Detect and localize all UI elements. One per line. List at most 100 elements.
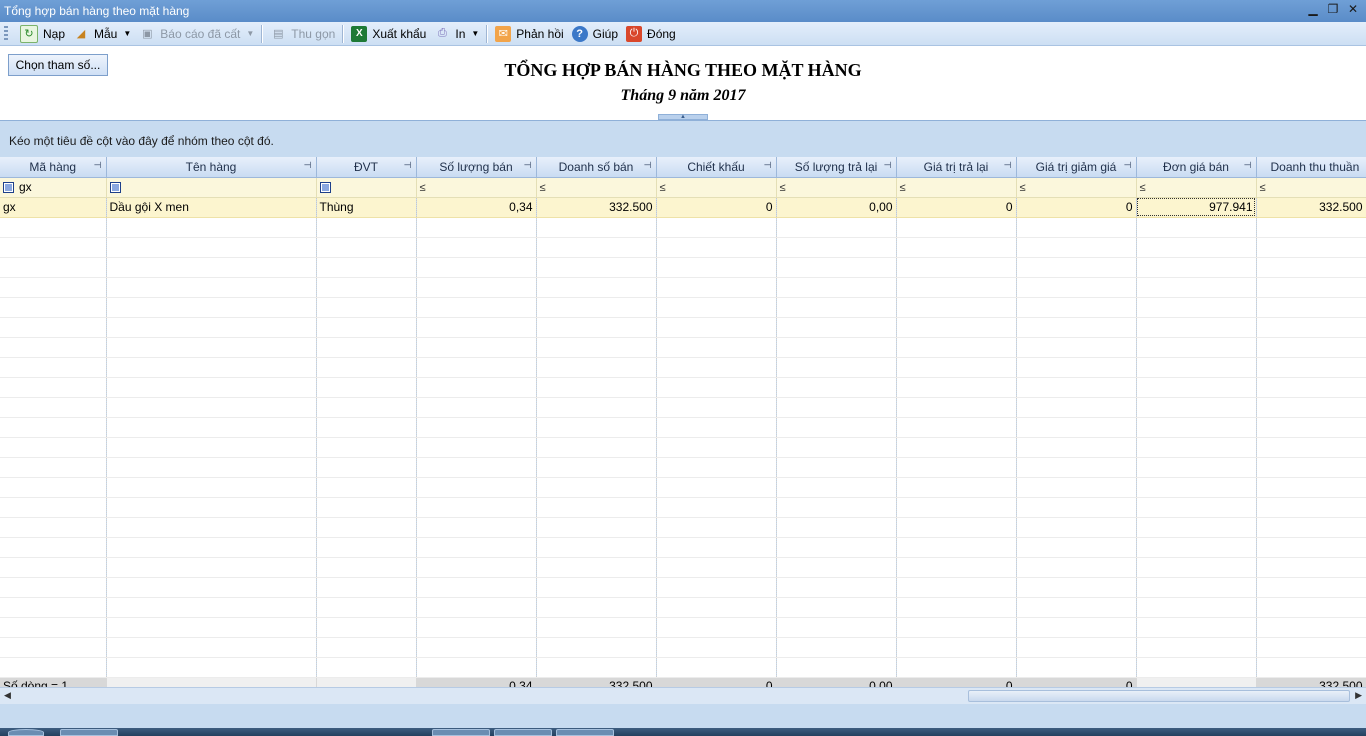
taskbar-app-icon[interactable] bbox=[556, 729, 614, 736]
toolbar-grip[interactable] bbox=[4, 25, 8, 42]
group-by-panel[interactable]: Kéo một tiêu đề cột vào đây để nhóm theo… bbox=[0, 121, 1366, 157]
filter-cell[interactable]: ≤ bbox=[1016, 177, 1137, 198]
pin-icon[interactable]: ⊣ bbox=[524, 160, 532, 171]
empty-cell bbox=[0, 497, 107, 518]
col-header-dvt[interactable]: ĐVT ⊣ bbox=[316, 157, 417, 178]
horizontal-scrollbar[interactable]: ◀ ▶ bbox=[0, 687, 1366, 704]
saved-reports-button[interactable]: ▣ Báo cáo đã cất ▼ bbox=[135, 23, 258, 45]
start-icon[interactable] bbox=[8, 729, 44, 736]
col-header-doanh-thu-thuan[interactable]: Doanh thu thuần bbox=[1256, 157, 1366, 178]
filter-operator-icon[interactable]: ≤ bbox=[1140, 182, 1146, 194]
export-button[interactable]: X Xuất khẩu bbox=[347, 23, 430, 45]
table-row[interactable]: gx Dầu gội X men Thùng 0,34 332.500 0 0,… bbox=[0, 197, 1366, 218]
pin-icon[interactable]: ⊣ bbox=[884, 160, 892, 171]
pin-icon[interactable]: ⊣ bbox=[94, 160, 102, 171]
empty-cell bbox=[536, 237, 657, 258]
scroll-left-icon[interactable]: ◀ bbox=[4, 690, 11, 701]
empty-row bbox=[0, 257, 1366, 278]
filter-operator-icon[interactable]: ≤ bbox=[780, 182, 786, 194]
feedback-button[interactable]: ✉ Phản hồi bbox=[491, 23, 567, 45]
cell-ma-hang[interactable]: gx bbox=[0, 197, 107, 218]
col-header-don-gia-ban[interactable]: Đơn giá bán ⊣ bbox=[1136, 157, 1257, 178]
cell-chiet-khau[interactable]: 0 bbox=[656, 197, 777, 218]
col-header-ma-hang[interactable]: Mã hàng ⊣ bbox=[0, 157, 107, 178]
empty-cell bbox=[1016, 377, 1137, 398]
data-grid: Kéo một tiêu đề cột vào đây để nhóm theo… bbox=[0, 120, 1366, 706]
pin-icon[interactable]: ⊣ bbox=[304, 160, 312, 171]
taskbar-app-icon[interactable] bbox=[60, 729, 118, 736]
empty-cell bbox=[106, 397, 317, 418]
filter-cell[interactable]: ≤ bbox=[1256, 177, 1366, 198]
filter-operator-icon[interactable]: ≤ bbox=[660, 182, 666, 194]
filter-operator-icon[interactable]: ≤ bbox=[900, 182, 906, 194]
scroll-right-icon[interactable]: ▶ bbox=[1355, 690, 1362, 701]
filter-operator-icon[interactable]: ≤ bbox=[1260, 182, 1266, 194]
cell-gia-tri-tra-lai[interactable]: 0 bbox=[896, 197, 1017, 218]
filter-cell[interactable]: ≤ bbox=[416, 177, 537, 198]
pin-icon[interactable]: ⊣ bbox=[404, 160, 412, 171]
template-button[interactable]: ◢ Mẫu ▼ bbox=[69, 23, 135, 45]
pin-icon[interactable]: ⊣ bbox=[1244, 160, 1252, 171]
pin-icon[interactable]: ⊣ bbox=[1124, 160, 1132, 171]
filter-operator-icon[interactable] bbox=[3, 182, 14, 194]
print-button[interactable]: ⎙ In ▼ bbox=[430, 23, 483, 45]
filter-cell[interactable]: ≤ bbox=[656, 177, 777, 198]
collapse-button[interactable]: ▤ Thu gọn bbox=[266, 23, 339, 45]
empty-cell bbox=[1256, 397, 1366, 418]
empty-cell bbox=[896, 517, 1017, 538]
empty-row bbox=[0, 237, 1366, 258]
cell-doanh-so-ban[interactable]: 332.500 bbox=[536, 197, 657, 218]
pin-icon[interactable]: ⊣ bbox=[764, 160, 772, 171]
empty-cell bbox=[536, 417, 657, 438]
empty-cell bbox=[536, 297, 657, 318]
col-header-so-luong-ban[interactable]: Số lượng bán ⊣ bbox=[416, 157, 537, 178]
cell-doanh-thu-thuan[interactable]: 332.500 bbox=[1256, 197, 1366, 218]
filter-operator-icon[interactable]: ≤ bbox=[420, 182, 426, 194]
empty-cell bbox=[1256, 437, 1366, 458]
col-header-gia-tri-giam-gia[interactable]: Giá trị giảm giá ⊣ bbox=[1016, 157, 1137, 178]
cell-gia-tri-giam-gia[interactable]: 0 bbox=[1016, 197, 1137, 218]
minimize-icon[interactable]: ▁ bbox=[1306, 1, 1320, 17]
empty-cell bbox=[1136, 337, 1257, 358]
window-title-bar: Tổng hợp bán hàng theo mặt hàng ▁ ❐ ✕ bbox=[0, 0, 1366, 22]
cell-don-gia-ban[interactable]: 977.941 bbox=[1136, 197, 1257, 218]
cell-so-luong-ban[interactable]: 0,34 bbox=[416, 197, 537, 218]
filter-operator-icon[interactable] bbox=[109, 182, 121, 194]
filter-cell[interactable]: gx bbox=[0, 177, 107, 198]
filter-cell[interactable]: ≤ bbox=[536, 177, 657, 198]
col-header-so-luong-tra-lai[interactable]: Số lượng trả lại ⊣ bbox=[776, 157, 897, 178]
cell-dvt[interactable]: Thùng bbox=[316, 197, 417, 218]
pin-icon[interactable]: ⊣ bbox=[1004, 160, 1012, 171]
filter-operator-icon[interactable]: ≤ bbox=[540, 182, 546, 194]
col-header-chiet-khau[interactable]: Chiết khấu ⊣ bbox=[656, 157, 777, 178]
close-icon[interactable]: ✕ bbox=[1346, 1, 1360, 17]
taskbar-app-icon[interactable] bbox=[432, 729, 490, 736]
empty-cell bbox=[316, 637, 417, 658]
scrollbar-thumb[interactable] bbox=[968, 690, 1350, 702]
cell-so-luong-tra-lai[interactable]: 0,00 bbox=[776, 197, 897, 218]
cell-ten-hang[interactable]: Dầu gội X men bbox=[106, 197, 317, 218]
restore-icon[interactable]: ❐ bbox=[1326, 1, 1340, 17]
filter-cell[interactable]: ≤ bbox=[1136, 177, 1257, 198]
filter-cell[interactable]: ≤ bbox=[896, 177, 1017, 198]
col-header-doanh-so-ban[interactable]: Doanh số bán ⊣ bbox=[536, 157, 657, 178]
filter-operator-icon[interactable]: ≤ bbox=[1020, 182, 1026, 194]
filter-cell[interactable] bbox=[106, 177, 317, 198]
taskbar-app-icon[interactable] bbox=[494, 729, 552, 736]
empty-cell bbox=[1256, 277, 1366, 298]
empty-cell bbox=[316, 517, 417, 538]
filter-cell[interactable] bbox=[316, 177, 417, 198]
empty-cell bbox=[1016, 317, 1137, 338]
col-header-gia-tri-tra-lai[interactable]: Giá trị trả lại ⊣ bbox=[896, 157, 1017, 178]
help-button[interactable]: ? Giúp bbox=[568, 23, 622, 45]
empty-cell bbox=[536, 477, 657, 498]
empty-cell bbox=[416, 217, 537, 238]
filter-operator-icon[interactable] bbox=[319, 182, 331, 194]
close-button[interactable]: ⏻ Đóng bbox=[622, 23, 680, 45]
empty-cell bbox=[776, 637, 897, 658]
empty-cell bbox=[656, 397, 777, 418]
pin-icon[interactable]: ⊣ bbox=[644, 160, 652, 171]
filter-cell[interactable]: ≤ bbox=[776, 177, 897, 198]
col-header-ten-hang[interactable]: Tên hàng ⊣ bbox=[106, 157, 317, 178]
reload-button[interactable]: ↻ Nạp bbox=[16, 23, 69, 45]
